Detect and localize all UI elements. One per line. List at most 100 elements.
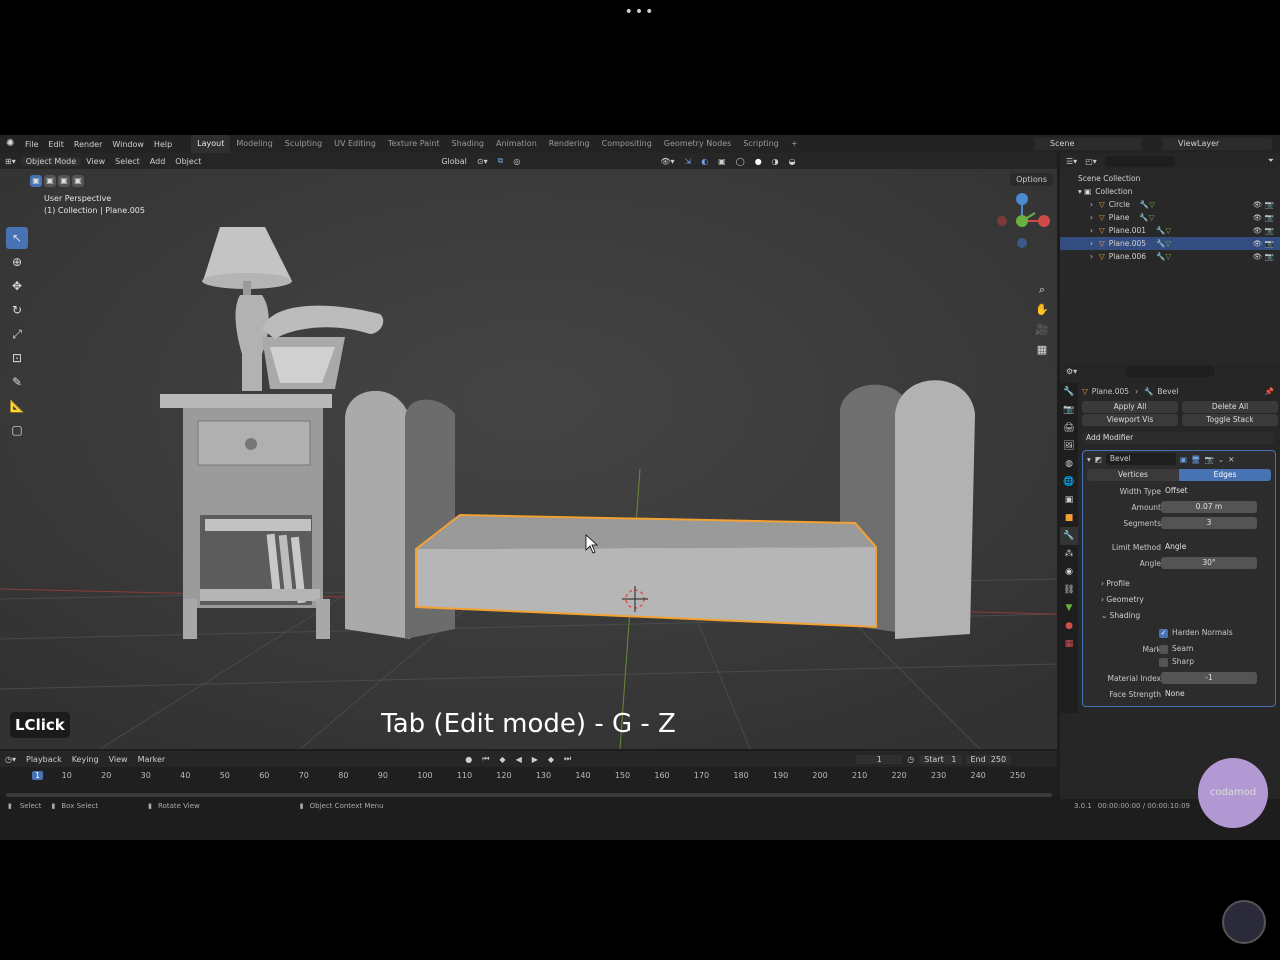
- world-tab-icon[interactable]: 🌐: [1060, 473, 1078, 491]
- pan-hand-icon[interactable]: ✋: [1033, 301, 1051, 319]
- camera-view-icon[interactable]: 🎥: [1033, 321, 1051, 339]
- visibility-toggle-icon[interactable]: 👁 📷: [1253, 239, 1274, 248]
- tab-shading[interactable]: Shading: [445, 135, 490, 153]
- orientation-selector[interactable]: Global: [436, 157, 472, 166]
- modifier-tab-icon[interactable]: 🔧: [1060, 527, 1078, 545]
- render-toggle-icon[interactable]: 📷: [1204, 455, 1213, 464]
- overlay-icon[interactable]: ◐: [696, 157, 713, 166]
- snap-icon[interactable]: ⧉: [493, 156, 509, 166]
- harden-normals-checkbox[interactable]: ✓ Harden Normals: [1159, 628, 1233, 638]
- collapse-icon[interactable]: ▾: [1087, 455, 1091, 464]
- timeline-editor-icon[interactable]: ◷▾: [0, 755, 21, 764]
- visibility-icon[interactable]: 👁▾: [655, 157, 679, 166]
- expand-arrow-icon[interactable]: ›: [1090, 200, 1093, 209]
- properties-editor-icon[interactable]: ⚙▾: [1066, 367, 1077, 376]
- rotate-tool-icon[interactable]: ↻: [6, 299, 28, 321]
- proportional-edit-icon[interactable]: ◎: [508, 157, 525, 166]
- outliner-item[interactable]: › ▽ Plane.001 🔧▽ 👁 📷: [1060, 224, 1280, 237]
- visibility-toggle-icon[interactable]: 👁 📷: [1253, 213, 1274, 222]
- visibility-toggle-icon[interactable]: 👁 📷: [1253, 252, 1274, 261]
- data-tab-icon[interactable]: ▼: [1060, 599, 1078, 617]
- 3d-viewport[interactable]: User Perspective (1) Collection | Plane.…: [0, 169, 1057, 749]
- select-box-tool-icon[interactable]: ↖: [6, 227, 28, 249]
- expand-arrow-icon[interactable]: ›: [1090, 226, 1093, 235]
- tab-scripting[interactable]: Scripting: [737, 135, 785, 153]
- tab-compositing[interactable]: Compositing: [596, 135, 658, 153]
- visibility-toggle-icon[interactable]: 👁 📷: [1253, 226, 1274, 235]
- select-subtract-icon[interactable]: ▣: [58, 175, 70, 187]
- menu-window[interactable]: Window: [107, 140, 149, 149]
- add-cube-tool-icon[interactable]: ▢: [6, 419, 28, 441]
- face-strength-dropdown[interactable]: None: [1161, 688, 1257, 700]
- menu-object[interactable]: Object: [170, 157, 206, 166]
- sharp-checkbox[interactable]: Sharp: [1159, 657, 1194, 667]
- modifier-name-field[interactable]: Bevel: [1105, 453, 1176, 465]
- shading-render-icon[interactable]: ◒: [784, 157, 801, 166]
- collection-tab-icon[interactable]: ▣: [1060, 491, 1078, 509]
- current-frame-field[interactable]: 1: [856, 754, 903, 764]
- physics-tab-icon[interactable]: ◉: [1060, 563, 1078, 581]
- annotate-tool-icon[interactable]: ✎: [6, 371, 28, 393]
- options-button[interactable]: Options: [1010, 173, 1053, 186]
- zoom-icon[interactable]: ⌕: [1033, 281, 1051, 299]
- mode-selector[interactable]: Object Mode: [20, 156, 82, 166]
- menu-help[interactable]: Help: [149, 140, 177, 149]
- constraints-tab-icon[interactable]: ⛓: [1060, 581, 1078, 599]
- play-icon[interactable]: ▶: [527, 755, 543, 764]
- menu-add[interactable]: Add: [145, 157, 171, 166]
- filter-icon[interactable]: ⏷: [1268, 156, 1274, 166]
- particles-tab-icon[interactable]: ⁂: [1060, 545, 1078, 563]
- expand-arrow-icon[interactable]: ›: [1090, 252, 1093, 261]
- selected-seat-model[interactable]: [415, 513, 877, 629]
- tab-modeling[interactable]: Modeling: [230, 135, 278, 153]
- timeline[interactable]: 1 10 20 30 40 50 60 70 80 90 100 110 120 130 140 150 160…: [0, 767, 1057, 797]
- output-tab-icon[interactable]: 🖨: [1060, 419, 1078, 437]
- shading-solid-icon[interactable]: ●: [750, 157, 767, 166]
- measure-tool-icon[interactable]: 📐: [6, 395, 28, 417]
- view-layer-selector[interactable]: ViewLayer: [1162, 138, 1272, 150]
- menu-render[interactable]: Render: [69, 140, 107, 149]
- pin-icon[interactable]: 📌: [1265, 387, 1274, 396]
- tab-uv-editing[interactable]: UV Editing: [328, 135, 382, 153]
- play-reverse-icon[interactable]: ◀: [511, 755, 527, 764]
- outliner-item[interactable]: › ▽ Plane.005 🔧▽ 👁 📷: [1060, 237, 1280, 250]
- tab-geometry-nodes[interactable]: Geometry Nodes: [658, 135, 737, 153]
- select-invert-icon[interactable]: ▣: [72, 175, 84, 187]
- record-icon[interactable]: ●: [460, 755, 477, 764]
- menu-edit[interactable]: Edit: [43, 140, 69, 149]
- outliner-item[interactable]: › ▽ Circle 🔧▽ 👁 📷: [1060, 198, 1280, 211]
- geometry-subpanel[interactable]: › Geometry: [1083, 591, 1275, 607]
- pivot-icon[interactable]: ⊙▾: [472, 157, 493, 166]
- toggle-stack-button[interactable]: Toggle Stack: [1182, 414, 1278, 426]
- gizmo-icon[interactable]: ⇲: [679, 157, 696, 166]
- outliner-search-input[interactable]: [1104, 155, 1175, 167]
- outliner-item[interactable]: › ▽ Plane.006 🔧▽ 👁 📷: [1060, 250, 1280, 263]
- material-index-field[interactable]: -1: [1161, 672, 1257, 684]
- seam-checkbox[interactable]: Seam: [1159, 644, 1193, 654]
- display-mode-icon[interactable]: ◰▾: [1085, 157, 1097, 166]
- shading-material-icon[interactable]: ◑: [767, 157, 784, 166]
- menu-view[interactable]: View: [81, 157, 110, 166]
- prev-keyframe-icon[interactable]: ◆: [494, 755, 510, 764]
- modifier-menu-icon[interactable]: ⌄: [1218, 455, 1224, 464]
- select-extend-icon[interactable]: ▣: [44, 175, 56, 187]
- keying-menu[interactable]: Keying: [67, 755, 104, 764]
- ortho-toggle-icon[interactable]: ▦: [1033, 341, 1051, 359]
- width-type-dropdown[interactable]: Offset: [1161, 485, 1257, 497]
- menu-file[interactable]: File: [20, 140, 43, 149]
- collection-row[interactable]: ▾ ▣ Collection: [1060, 185, 1280, 198]
- view-layer-tab-icon[interactable]: 🖼: [1060, 437, 1078, 455]
- jump-start-icon[interactable]: ⏮: [477, 754, 494, 764]
- menu-select[interactable]: Select: [110, 157, 145, 166]
- editor-type-icon[interactable]: ⊞▾: [0, 157, 21, 166]
- amount-field[interactable]: 0.07 m: [1161, 501, 1257, 513]
- viewport-vis-button[interactable]: Viewport Vis: [1082, 414, 1178, 426]
- timeline-view-menu[interactable]: View: [104, 755, 133, 764]
- start-frame-field[interactable]: Start 1: [919, 754, 962, 764]
- scale-tool-icon[interactable]: ⤢: [6, 323, 28, 345]
- expand-arrow-icon[interactable]: ›: [1090, 239, 1093, 248]
- tab-sculpting[interactable]: Sculpting: [279, 135, 328, 153]
- profile-subpanel[interactable]: › Profile: [1083, 575, 1275, 591]
- timeline-scrollbar[interactable]: [6, 793, 1052, 797]
- edges-toggle[interactable]: Edges: [1179, 469, 1271, 481]
